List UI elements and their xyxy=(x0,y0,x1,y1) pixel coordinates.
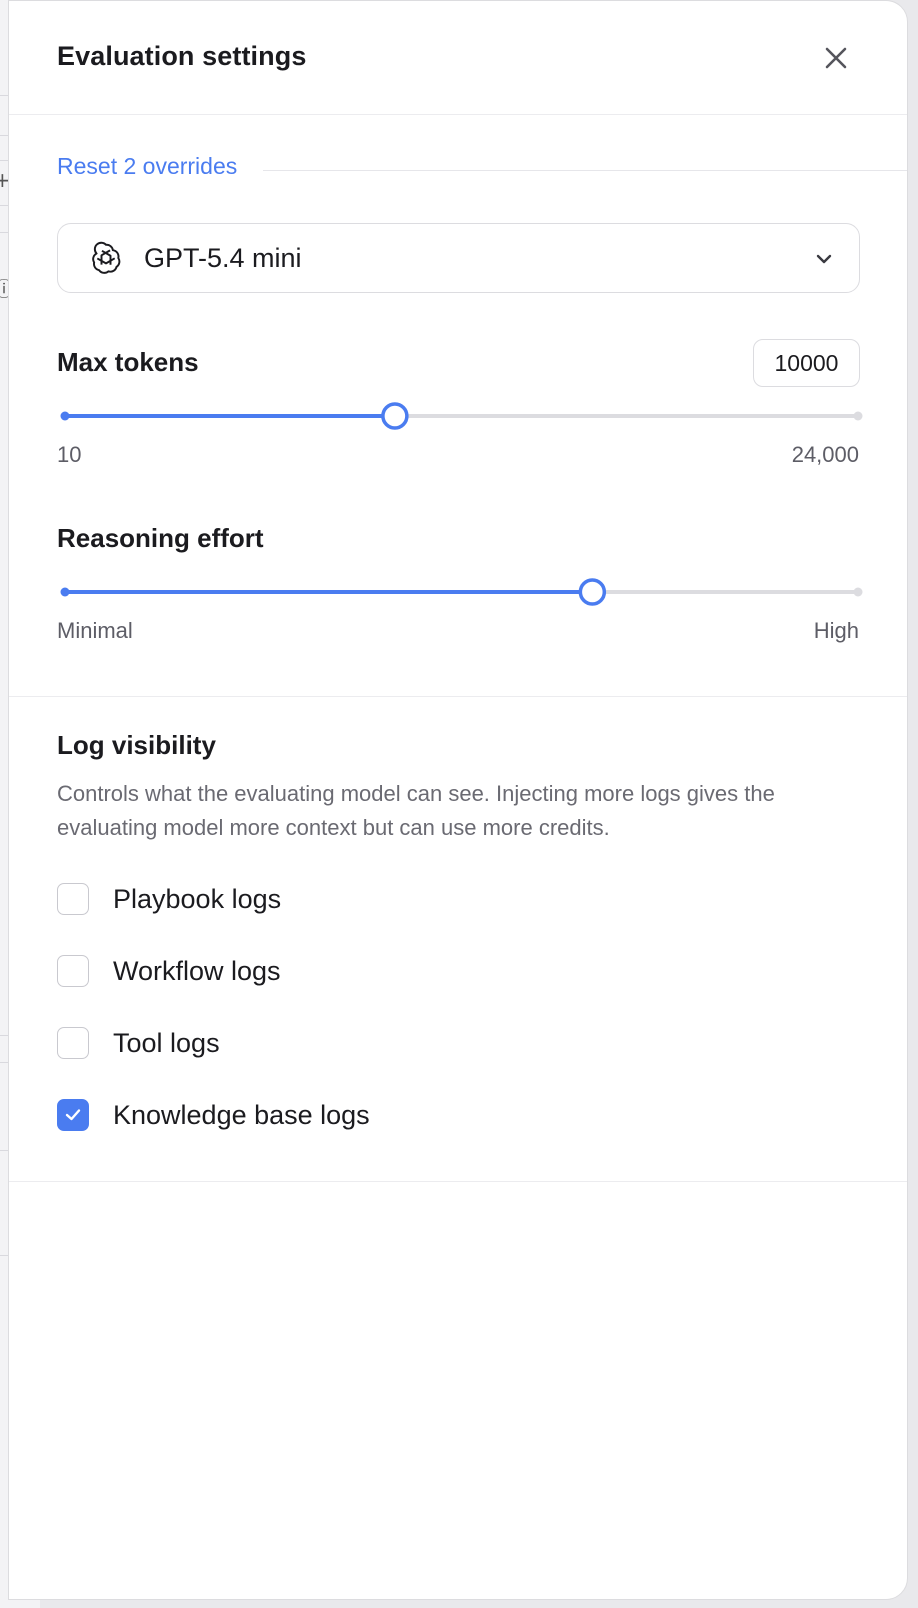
chevron-down-icon xyxy=(816,254,832,264)
playbook-logs-checkbox[interactable] xyxy=(57,883,89,915)
close-icon xyxy=(825,47,847,69)
playbook-logs-option[interactable]: Playbook logs xyxy=(57,881,657,917)
knowledge-base-logs-option[interactable]: Knowledge base logs xyxy=(57,1097,657,1133)
reset-overrides-row: Reset 2 overrides xyxy=(57,151,907,187)
max-tokens-max-label: 24,000 xyxy=(791,442,859,467)
reasoning-thumb[interactable] xyxy=(578,578,607,606)
section-divider xyxy=(9,696,907,697)
reasoning-effort-label: Reasoning effort xyxy=(57,523,264,553)
max-tokens-label: Max tokens xyxy=(57,347,199,377)
max-tokens-start-dot xyxy=(60,411,70,421)
max-tokens-thumb[interactable] xyxy=(381,402,409,430)
max-tokens-slider-graphic xyxy=(60,402,863,430)
reasoning-effort-slider[interactable] xyxy=(57,578,863,608)
reset-overrides-link[interactable]: Reset 2 overrides xyxy=(57,153,237,180)
tool-logs-label: Tool logs xyxy=(113,1028,220,1058)
drawer-header: Evaluation settings xyxy=(9,1,907,115)
workflow-logs-label: Workflow logs xyxy=(113,956,281,986)
playbook-logs-label: Playbook logs xyxy=(113,884,282,914)
reasoning-min-label: Minimal xyxy=(57,618,133,643)
max-tokens-slider[interactable] xyxy=(57,402,863,432)
model-select-value: GPT-5.4 mini xyxy=(144,243,302,273)
workflow-logs-checkbox[interactable] xyxy=(57,955,89,987)
knowledge-base-logs-label: Knowledge base logs xyxy=(113,1100,370,1130)
openai-logo-icon xyxy=(92,241,121,274)
section-divider xyxy=(9,1181,907,1182)
reasoning-max-label: High xyxy=(813,618,859,643)
tool-logs-option[interactable]: Tool logs xyxy=(57,1025,657,1061)
reset-divider xyxy=(263,170,907,171)
log-visibility-title: Log visibility xyxy=(57,730,216,760)
reasoning-slider-graphic xyxy=(60,578,863,606)
log-visibility-description: Controls what the evaluating model can s… xyxy=(57,781,775,840)
tool-logs-checkbox[interactable] xyxy=(57,1027,89,1059)
model-select[interactable]: GPT-5.4 mini xyxy=(57,223,860,293)
reasoning-start-dot xyxy=(60,587,70,597)
close-button[interactable] xyxy=(819,41,853,75)
evaluation-settings-drawer: Evaluation settings Reset 2 overrides GP… xyxy=(8,0,908,1600)
check-icon xyxy=(65,1109,81,1121)
knowledge-base-logs-checkbox[interactable] xyxy=(57,1099,89,1131)
drawer-title: Evaluation settings xyxy=(57,41,307,71)
workflow-logs-option[interactable]: Workflow logs xyxy=(57,953,657,989)
max-tokens-end-dot xyxy=(853,411,863,421)
reasoning-end-dot xyxy=(853,587,863,597)
max-tokens-input[interactable] xyxy=(753,339,860,387)
max-tokens-min-label: 10 xyxy=(57,442,82,467)
